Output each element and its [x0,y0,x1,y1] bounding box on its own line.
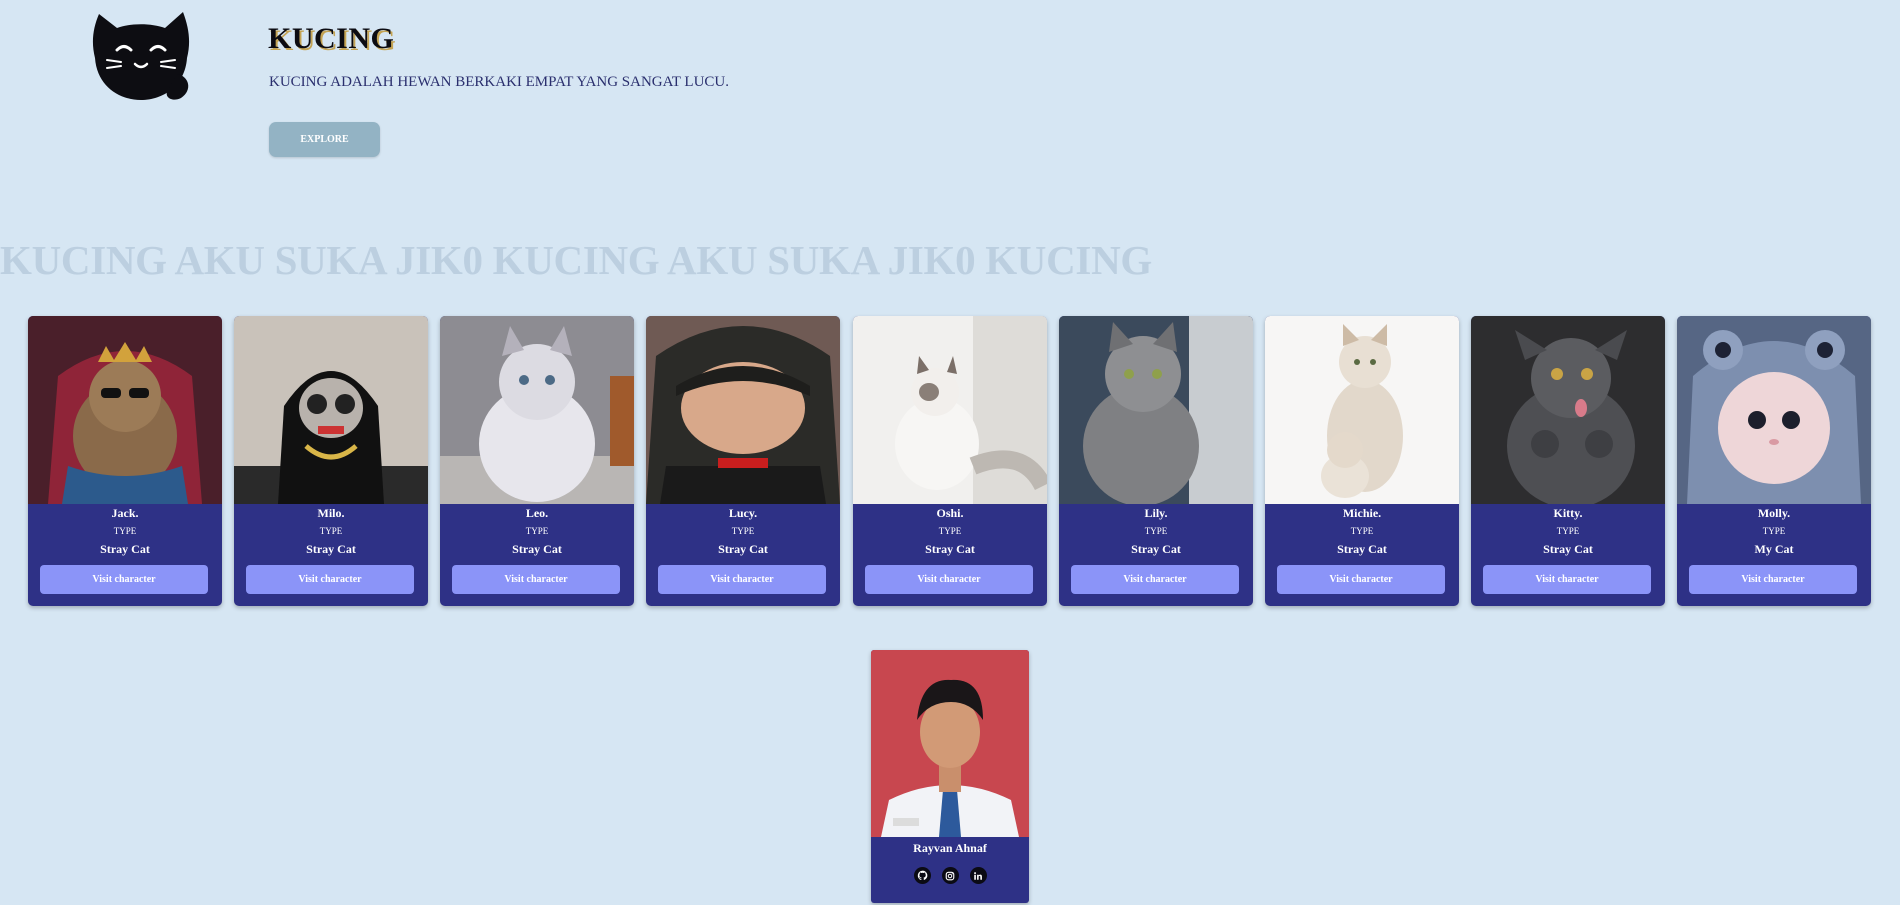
cat-photo [1471,316,1665,504]
cat-photo [440,316,634,504]
profile-card: Rayvan Ahnaf [871,650,1029,903]
card-type-label: TYPE [319,526,343,536]
card-type-label: TYPE [1144,526,1168,536]
card-name: Lily. [1144,506,1168,520]
cat-photo [1677,316,1871,504]
card-name: Jack. [111,506,139,520]
visit-character-button[interactable]: Visit character [658,565,826,594]
cat-card-lily: Lily. TYPE Stray Cat Visit character [1059,316,1253,606]
cat-photo [853,316,1047,504]
cat-photo [646,316,840,504]
cat-card-leo: Leo. TYPE Stray Cat Visit character [440,316,634,606]
card-type: My Cat [1754,542,1794,556]
card-type-label: TYPE [1350,526,1374,536]
profile-photo [871,650,1029,837]
card-type: Stray Cat [718,542,768,556]
page-subtitle: KUCING ADALAH HEWAN BERKAKI EMPAT YANG S… [269,74,730,90]
page: KUCING KUCING ADALAH HEWAN BERKAKI EMPAT… [0,0,1900,905]
card-type: Stray Cat [1337,542,1387,556]
visit-character-button[interactable]: Visit character [1071,565,1239,594]
card-type: Stray Cat [1543,542,1593,556]
social-links [871,867,1029,884]
cat-card-lucy: Lucy. TYPE Stray Cat Visit character [646,316,840,606]
visit-character-button[interactable]: Visit character [1689,565,1857,594]
card-type-label: TYPE [1762,526,1786,536]
card-name: Oshi. [936,506,964,520]
cat-photo [1059,316,1253,504]
card-type-label: TYPE [113,526,137,536]
card-type-label: TYPE [938,526,962,536]
github-icon[interactable] [913,867,931,884]
cat-card-oshi: Oshi. TYPE Stray Cat Visit character [853,316,1047,606]
cat-card-kitty: Kitty. TYPE Stray Cat Visit character [1471,316,1665,606]
card-type: Stray Cat [306,542,356,556]
cat-photo [28,316,222,504]
card-type: Stray Cat [512,542,562,556]
card-name: Milo. [317,506,345,520]
cat-card-molly: Molly. TYPE My Cat Visit character [1677,316,1871,606]
card-name: Michie. [1342,506,1382,520]
cat-card-michie: Michie. TYPE Stray Cat Visit character [1265,316,1459,606]
page-title: KUCING [268,22,395,55]
card-name: Molly. [1757,506,1791,520]
card-type: Stray Cat [100,542,150,556]
cat-photo [234,316,428,504]
explore-button[interactable]: EXPLORE [269,122,380,157]
cat-card-milo: Milo. TYPE Stray Cat Visit character [234,316,428,606]
card-type: Stray Cat [1131,542,1181,556]
card-name: Kitty. [1553,506,1583,520]
visit-character-button[interactable]: Visit character [865,565,1033,594]
visit-character-button[interactable]: Visit character [1277,565,1445,594]
instagram-icon[interactable] [941,867,959,884]
linkedin-icon[interactable] [969,867,987,884]
cat-logo-icon [92,12,190,100]
card-name: Leo. [525,506,549,520]
card-type-label: TYPE [731,526,755,536]
visit-character-button[interactable]: Visit character [452,565,620,594]
card-type-label: TYPE [1556,526,1580,536]
cat-photo [1265,316,1459,504]
card-name: Lucy. [728,506,758,520]
visit-character-button[interactable]: Visit character [1483,565,1651,594]
visit-character-button[interactable]: Visit character [246,565,414,594]
visit-character-button[interactable]: Visit character [40,565,208,594]
card-type: Stray Cat [925,542,975,556]
profile-name: Rayvan Ahnaf [913,841,987,855]
cat-card-jack: Jack. TYPE Stray Cat Visit character [28,316,222,606]
card-type-label: TYPE [525,526,549,536]
marquee-text: KUCING AKU SUKA JIK0 KUCING AKU SUKA JIK… [0,237,1152,283]
